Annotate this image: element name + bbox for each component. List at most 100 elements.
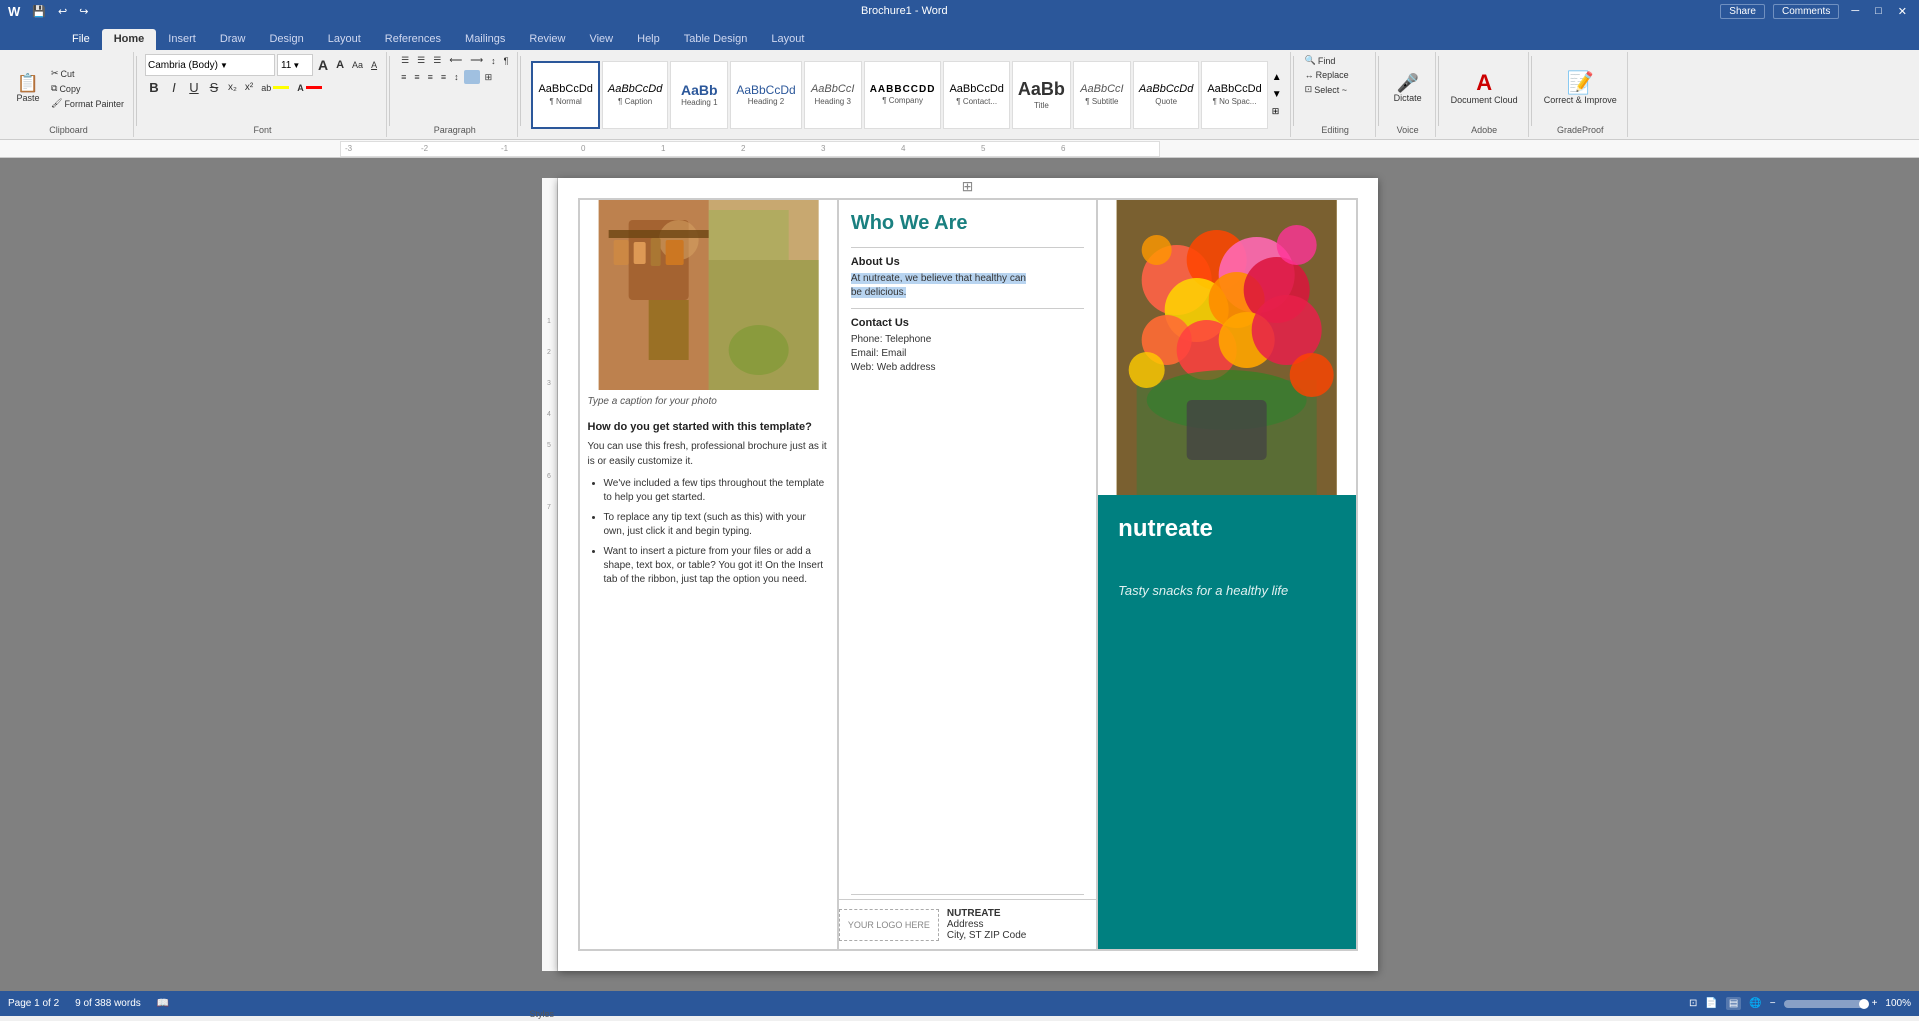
- style-subtitle[interactable]: AaBbCcI ¶ Subtitle: [1073, 61, 1131, 129]
- contact-heading[interactable]: Contact Us: [851, 317, 1084, 329]
- style-heading3[interactable]: AaBbCcI Heading 3: [804, 61, 862, 129]
- font-size-dropdown-icon[interactable]: ▼: [292, 61, 300, 70]
- print-layout-icon[interactable]: ▤: [1726, 997, 1741, 1010]
- quick-access-undo[interactable]: ↩: [58, 5, 67, 18]
- brand-name-text[interactable]: nutreate: [1118, 515, 1335, 543]
- left-bullet-3[interactable]: Want to insert a picture from your files…: [604, 545, 829, 587]
- subscript-button[interactable]: x₂: [225, 81, 240, 94]
- photo-caption[interactable]: Type a caption for your photo: [580, 390, 837, 413]
- tab-draw[interactable]: Draw: [208, 29, 258, 50]
- minimize-btn[interactable]: ─: [1847, 5, 1863, 17]
- multi-list-button[interactable]: ☰: [430, 54, 444, 67]
- show-marks-button[interactable]: ¶: [501, 55, 512, 67]
- close-btn[interactable]: ✕: [1894, 5, 1911, 18]
- right-panel-image[interactable]: [1098, 200, 1355, 495]
- web-layout-icon[interactable]: 🌐: [1749, 998, 1761, 1009]
- tab-design[interactable]: Design: [257, 29, 315, 50]
- change-case-button[interactable]: Aa: [349, 59, 366, 71]
- style-caption[interactable]: AaBbCcDd ¶ Caption: [602, 61, 668, 129]
- style-normal[interactable]: AaBbCcDd ¶ Normal: [531, 61, 599, 129]
- find-button[interactable]: 🔍 Find: [1302, 54, 1339, 67]
- font-dropdown-icon[interactable]: ▼: [220, 61, 228, 70]
- tab-help[interactable]: Help: [625, 29, 672, 50]
- style-quote[interactable]: AaBbCcDd Quote: [1133, 61, 1199, 129]
- clear-formatting-button[interactable]: A: [368, 59, 380, 71]
- decrease-indent-button[interactable]: ⟵: [446, 54, 465, 67]
- text-highlight-button[interactable]: ab: [258, 82, 292, 94]
- table-move-handle[interactable]: ⊞: [962, 178, 974, 195]
- tab-references[interactable]: References: [373, 29, 453, 50]
- zoom-slider[interactable]: [1784, 1000, 1864, 1008]
- align-left-button[interactable]: ≡: [398, 71, 409, 83]
- justify-button[interactable]: ≡: [438, 71, 449, 83]
- focus-icon[interactable]: ⊡: [1689, 998, 1697, 1009]
- left-bullet-1[interactable]: We've included a few tips throughout the…: [604, 477, 829, 505]
- cut-button[interactable]: ✂ Cut: [48, 67, 127, 80]
- copy-button[interactable]: ⧉ Copy: [48, 82, 127, 95]
- style-company[interactable]: AABBCCDD ¶ Company: [864, 61, 942, 129]
- grow-font-button[interactable]: A: [315, 56, 331, 74]
- tab-file[interactable]: File: [60, 29, 102, 50]
- document-cloud-button[interactable]: A Document Cloud: [1447, 59, 1522, 119]
- align-center-button[interactable]: ≡: [411, 71, 422, 83]
- word-count[interactable]: 9 of 388 words: [75, 998, 141, 1009]
- paste-button[interactable]: 📋 Paste: [10, 59, 46, 119]
- superscript-button[interactable]: x²: [242, 81, 256, 94]
- sort-button[interactable]: ↕: [488, 55, 499, 67]
- underline-button[interactable]: U: [185, 79, 203, 96]
- italic-button[interactable]: I: [165, 79, 183, 96]
- zoom-out-btn[interactable]: −: [1770, 998, 1776, 1009]
- tab-layout2[interactable]: Layout: [759, 29, 816, 50]
- maximize-btn[interactable]: □: [1871, 5, 1886, 17]
- style-heading2[interactable]: AaBbCcDd Heading 2: [730, 61, 801, 129]
- about-heading[interactable]: About Us: [851, 256, 1084, 268]
- strikethrough-button[interactable]: S: [205, 79, 223, 96]
- dictate-button[interactable]: 🎤 Dictate: [1390, 59, 1426, 119]
- phone-text[interactable]: Phone: Telephone: [851, 333, 1084, 347]
- font-name-selector[interactable]: Cambria (Body) ▼: [145, 54, 275, 76]
- tab-layout[interactable]: Layout: [316, 29, 373, 50]
- tab-table-design[interactable]: Table Design: [672, 29, 760, 50]
- left-bullet-2[interactable]: To replace any tip text (such as this) w…: [604, 511, 829, 539]
- numbering-button[interactable]: ☰: [414, 54, 428, 67]
- select-button[interactable]: ⊡ Select ~: [1302, 83, 1350, 96]
- tab-view[interactable]: View: [577, 29, 625, 50]
- tagline-text[interactable]: Tasty snacks for a healthy life: [1118, 583, 1335, 598]
- shading-button[interactable]: [464, 70, 480, 84]
- read-view-icon[interactable]: 📄: [1705, 998, 1717, 1009]
- styles-scroll-down[interactable]: ▼: [1270, 87, 1284, 102]
- bullets-button[interactable]: ☰: [398, 54, 412, 67]
- style-title[interactable]: AaBb Title: [1012, 61, 1071, 129]
- left-intro-text[interactable]: You can use this fresh, professional bro…: [588, 439, 829, 469]
- style-heading1[interactable]: AaBb Heading 1: [670, 61, 728, 129]
- mid-address-block[interactable]: NUTREATE Address City, ST ZIP Code: [939, 900, 1034, 949]
- about-text[interactable]: At nutreate, we believe that healthy can…: [851, 272, 1084, 300]
- font-size-selector[interactable]: 11 ▼: [277, 54, 313, 76]
- page-indicator[interactable]: Page 1 of 2: [8, 998, 59, 1009]
- line-spacing-button[interactable]: ↕: [451, 71, 462, 83]
- mid-title[interactable]: Who We Are: [851, 212, 1084, 235]
- share-button[interactable]: Share: [1720, 4, 1765, 19]
- tab-home[interactable]: Home: [102, 29, 157, 50]
- left-panel-image[interactable]: [580, 200, 837, 390]
- document-page[interactable]: ⊞: [558, 178, 1378, 971]
- tab-insert[interactable]: Insert: [156, 29, 208, 50]
- align-right-button[interactable]: ≡: [425, 71, 436, 83]
- styles-more[interactable]: ⊞: [1270, 104, 1284, 119]
- format-painter-button[interactable]: 🖌 Format Painter: [48, 97, 127, 110]
- email-text[interactable]: Email: Email: [851, 347, 1084, 361]
- tab-review[interactable]: Review: [517, 29, 577, 50]
- style-contact[interactable]: AaBbCcDd ¶ Contact...: [943, 61, 1009, 129]
- quick-access-save[interactable]: 💾: [32, 5, 46, 18]
- increase-indent-button[interactable]: ⟶: [467, 54, 486, 67]
- quick-access-redo[interactable]: ↪: [79, 5, 88, 18]
- logo-placeholder[interactable]: YOUR LOGO HERE: [839, 909, 939, 941]
- left-question-heading[interactable]: How do you get started with this templat…: [588, 421, 829, 433]
- style-nospace[interactable]: AaBbCcDd ¶ No Spac...: [1201, 61, 1267, 129]
- replace-button[interactable]: ↔ Replace: [1302, 69, 1352, 81]
- web-text[interactable]: Web: Web address: [851, 361, 1084, 375]
- bold-button[interactable]: B: [145, 79, 163, 96]
- tab-mailings[interactable]: Mailings: [453, 29, 517, 50]
- correct-improve-button[interactable]: 📝 Correct & Improve: [1540, 59, 1621, 119]
- zoom-level[interactable]: 100%: [1885, 998, 1911, 1009]
